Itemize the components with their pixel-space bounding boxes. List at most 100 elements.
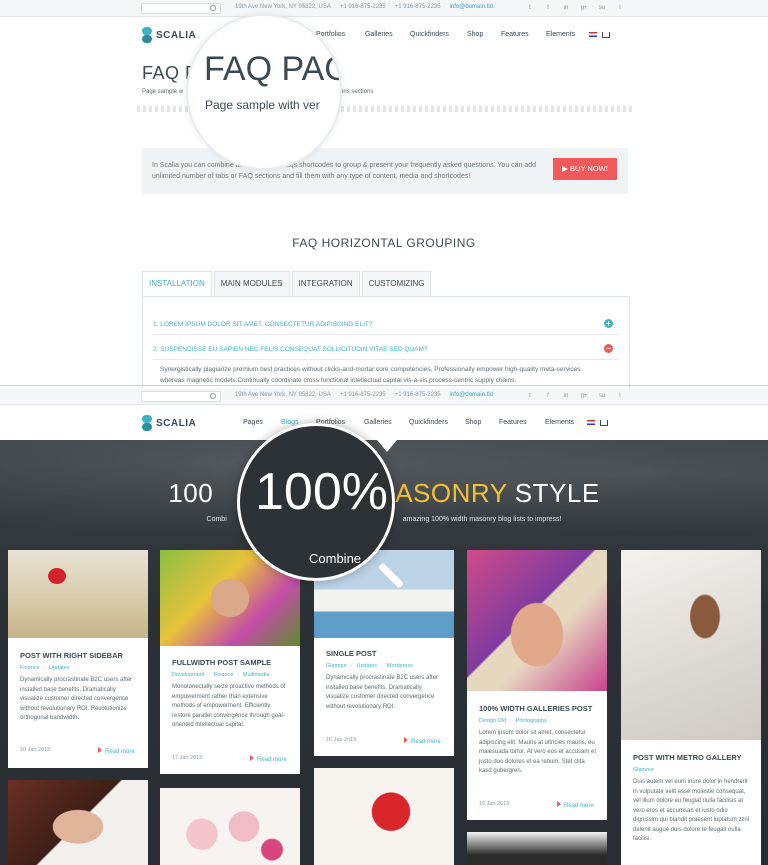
tag[interactable]: Photography [516, 718, 547, 724]
tag[interactable]: Development [172, 672, 204, 678]
menu-item-features[interactable]: Features [499, 419, 545, 428]
post-image[interactable] [621, 550, 761, 740]
tag[interactable]: Finance [214, 672, 234, 678]
read-more-link[interactable]: Read more [557, 801, 594, 809]
rss-icon[interactable]: ⌇ [612, 390, 628, 402]
read-more-label: Read more [257, 757, 287, 763]
post-title[interactable]: SINGLE POST [326, 649, 376, 658]
blog-card-7[interactable] [160, 788, 300, 865]
post-date: 16 Jan 2015 [326, 737, 357, 743]
top-bar-2: 19th Ave New York, NY 95822, USA +1 916-… [0, 388, 768, 405]
tab-integration[interactable]: INTEGRATION [291, 271, 360, 296]
menu-item-shop[interactable]: Shop [465, 419, 499, 428]
blog-card-1[interactable]: POST WITH RIGHT SIDEBAR Finance | Updates … [8, 550, 148, 768]
faq-question-1[interactable]: 1. LOREM IPSUM DOLOR SIT AMET, CONSECTET… [153, 319, 619, 335]
blog-card-4[interactable]: 100% WIDTH GALLERIES POST Design Old | Pho… [467, 550, 607, 820]
blog-card-5[interactable]: POST WITH METRO GALLERY Glamour Duis aut… [621, 550, 761, 865]
contact-info: 19th Ave New York, NY 95822, USA +1 916-… [235, 4, 493, 10]
post-title[interactable]: FULLWIDTH POST SAMPLE [172, 658, 271, 667]
blog-card-2[interactable]: FULLWIDTH POST SAMPLE Development | Financ… [160, 550, 300, 774]
blog-card-3[interactable]: SINGLE POST Glamour | Updates | Wordpress Dy… [314, 550, 454, 756]
email-link[interactable]: info@domain.tld [450, 392, 493, 398]
menu-item-elements[interactable]: Elements [546, 31, 589, 40]
menu-item-galleries[interactable]: Galleries [365, 31, 410, 40]
tag[interactable]: Multimedia [243, 672, 270, 678]
tab-customizing[interactable]: CUSTOMIZING [361, 271, 432, 296]
post-image[interactable] [467, 550, 607, 691]
search-icon[interactable] [210, 393, 216, 399]
hero-title-highlight: ASONRY [395, 478, 508, 508]
logo-icon [142, 27, 152, 43]
menu-item-galleries[interactable]: Galleries [364, 419, 409, 428]
tag[interactable]: Updates [49, 665, 70, 671]
search-icon[interactable] [210, 5, 216, 11]
tag[interactable]: Design Old [479, 718, 506, 724]
tag[interactable]: Wordpress [386, 663, 413, 669]
twitter-icon[interactable]: t [522, 2, 538, 14]
tag[interactable]: Glamour [633, 767, 654, 773]
buy-now-button[interactable]: ▶ BUY NOW! [553, 158, 617, 180]
blog-card-9[interactable] [467, 832, 607, 865]
social-icons-2: t f in g+ su ⌇ [522, 390, 628, 402]
tag[interactable]: Updates [357, 663, 378, 669]
divider [153, 334, 619, 335]
read-more-label: Read more [411, 739, 441, 745]
logo-2[interactable]: SCALIA [142, 415, 196, 431]
magnifier-lens: FAQ PAG Page sample with ver [186, 14, 342, 170]
logo[interactable]: SCALIA [142, 27, 196, 43]
phone-text: +1 916-875-2235 [339, 392, 386, 398]
search-input[interactable] [141, 3, 221, 14]
menu-item-pages[interactable]: Pages [243, 419, 281, 428]
read-more-link[interactable]: Read more [404, 737, 441, 745]
read-more-link[interactable]: Read more [250, 755, 287, 763]
menu-item-quickfinders[interactable]: Quickfinders [410, 31, 467, 40]
post-title[interactable]: 100% WIDTH GALLERIES POST [479, 704, 592, 713]
menu-item-shop[interactable]: Shop [467, 31, 501, 40]
menu-item-quickfinders[interactable]: Quickfinders [409, 419, 465, 428]
magnified-title: FAQ PAG [204, 50, 342, 88]
menu-item-elements[interactable]: Elements [545, 419, 587, 428]
flag-icon[interactable] [587, 420, 595, 425]
stumbleupon-icon[interactable]: su [594, 390, 610, 402]
tab-installation[interactable]: INSTALLATION [142, 271, 212, 297]
twitter-icon[interactable]: t [522, 390, 538, 402]
post-tags: Glamour [633, 767, 654, 773]
googleplus-icon[interactable]: g+ [576, 390, 592, 402]
post-title[interactable]: POST WITH RIGHT SIDEBAR [20, 651, 123, 660]
post-image[interactable] [8, 550, 148, 638]
facebook-icon[interactable]: f [540, 2, 556, 14]
tab-main-modules[interactable]: MAIN MODULES [213, 271, 290, 296]
cta-text: In Scalia you can combine tabs, toggles … [152, 162, 537, 180]
stumbleupon-icon[interactable]: su [594, 2, 610, 14]
magnified-subtitle: Combine [309, 551, 362, 566]
googleplus-icon[interactable]: g+ [576, 2, 592, 14]
post-image[interactable] [8, 780, 148, 865]
social-icons: t f in g+ su ⌇ [522, 2, 628, 14]
search-input-2[interactable] [141, 391, 221, 402]
flag-icon[interactable] [589, 32, 597, 37]
menu-item-portfolios[interactable]: Portfolios [316, 31, 365, 40]
blog-card-8[interactable] [314, 768, 454, 865]
linkedin-icon[interactable]: in [558, 390, 574, 402]
tag[interactable]: Finance [20, 665, 40, 671]
post-date: 15 Jan 2015 [479, 801, 510, 807]
tag[interactable]: Glamour [326, 663, 347, 669]
linkedin-icon[interactable]: in [558, 2, 574, 14]
post-title[interactable]: POST WITH METRO GALLERY [633, 753, 741, 762]
blog-card-6[interactable] [8, 780, 148, 865]
cart-icon[interactable] [602, 32, 610, 38]
facebook-icon[interactable]: f [540, 390, 556, 402]
post-image[interactable] [467, 832, 607, 865]
faq-question-2[interactable]: 2. SUSPENDISSE EU SAPIEN NEC FELIS CONSE… [153, 344, 619, 360]
cart-icon[interactable] [600, 420, 608, 426]
email-link[interactable]: info@domain.tld [450, 4, 493, 10]
read-more-link[interactable]: Read more [98, 747, 135, 755]
menu-item-features[interactable]: Features [501, 31, 546, 40]
section-heading: FAQ HORIZONTAL GROUPING [292, 236, 476, 250]
post-date: 18 Jan 2015 [20, 747, 51, 753]
post-image[interactable] [314, 768, 454, 865]
post-image[interactable] [160, 788, 300, 865]
rss-icon[interactable]: ⌇ [612, 2, 628, 14]
plus-icon[interactable]: + [604, 319, 613, 328]
minus-icon[interactable]: − [604, 344, 613, 353]
